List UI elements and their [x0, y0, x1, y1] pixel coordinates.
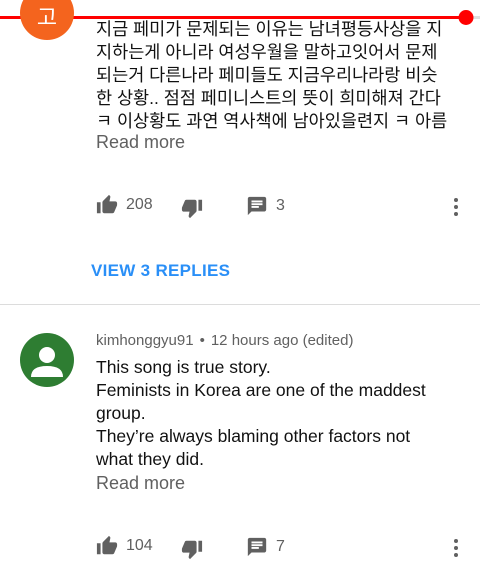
avatar[interactable]: 고: [20, 0, 74, 40]
read-more-link[interactable]: Read more: [96, 132, 185, 153]
thumb-up-icon: [96, 194, 118, 214]
comment-line: This song is true story.: [96, 357, 271, 377]
video-progress-thumb[interactable]: [458, 10, 474, 25]
dislike-button[interactable]: [181, 197, 203, 219]
comment-text: 지금 페미가 문제되는 이유는 남녀평등사상을 지 지하는게 아니라 여성우월을…: [96, 18, 447, 133]
reply-button[interactable]: 3: [246, 195, 285, 217]
more-vert-icon: [454, 539, 458, 557]
reply-button[interactable]: 7: [246, 536, 285, 558]
comment-line: ㅋ 이상황도 과연 역사책에 남아있을련지 ㅋ 아름: [96, 111, 448, 131]
avatar-letter: 고: [36, 6, 58, 31]
avatar[interactable]: [20, 333, 74, 387]
author-name[interactable]: kimhonggyu91: [96, 332, 194, 349]
comment-text: This song is true story. Feminists in Ko…: [96, 356, 426, 471]
thumb-up-icon: [96, 535, 118, 555]
comment-line: 지하는게 아니라 여성우월을 말하고잇어서 문제: [96, 42, 438, 62]
like-count: 104: [126, 537, 153, 554]
reply-count: 3: [276, 197, 285, 214]
meta-separator: •: [199, 332, 205, 349]
like-button[interactable]: 208: [96, 194, 153, 216]
thumb-down-icon: [181, 540, 203, 560]
comment-meta: kimhonggyu91 • 12 hours ago (edited): [96, 332, 353, 349]
comment-line: what they did.: [96, 449, 204, 469]
person-icon: [31, 347, 63, 377]
comment-line: 되는거 다른나라 페미들도 지금우리나라랑 비슷: [96, 65, 438, 85]
comment-icon: [247, 537, 267, 557]
reply-count: 7: [276, 538, 285, 555]
thumb-down-icon: [181, 199, 203, 219]
comment-line: group.: [96, 403, 146, 423]
comment-icon: [247, 196, 267, 216]
comment-line: 지금 페미가 문제되는 이유는 남녀평등사상을 지: [96, 19, 443, 39]
comment-timestamp: 12 hours ago (edited): [210, 332, 354, 349]
divider: [0, 304, 480, 305]
like-button[interactable]: 104: [96, 535, 153, 557]
more-options-button[interactable]: [444, 536, 468, 560]
like-count: 208: [126, 196, 153, 213]
comment-line: They’re always blaming other factors not: [96, 426, 411, 446]
more-vert-icon: [454, 198, 458, 216]
dislike-button[interactable]: [181, 538, 203, 560]
comment-line: 한 상황.. 점점 페미니스트의 뜻이 희미해져 간다: [96, 88, 441, 108]
read-more-link[interactable]: Read more: [96, 473, 185, 494]
comment-line: Feminists in Korea are one of the maddes…: [96, 380, 426, 400]
more-options-button[interactable]: [444, 195, 468, 219]
view-replies-button[interactable]: VIEW 3 REPLIES: [91, 261, 230, 281]
